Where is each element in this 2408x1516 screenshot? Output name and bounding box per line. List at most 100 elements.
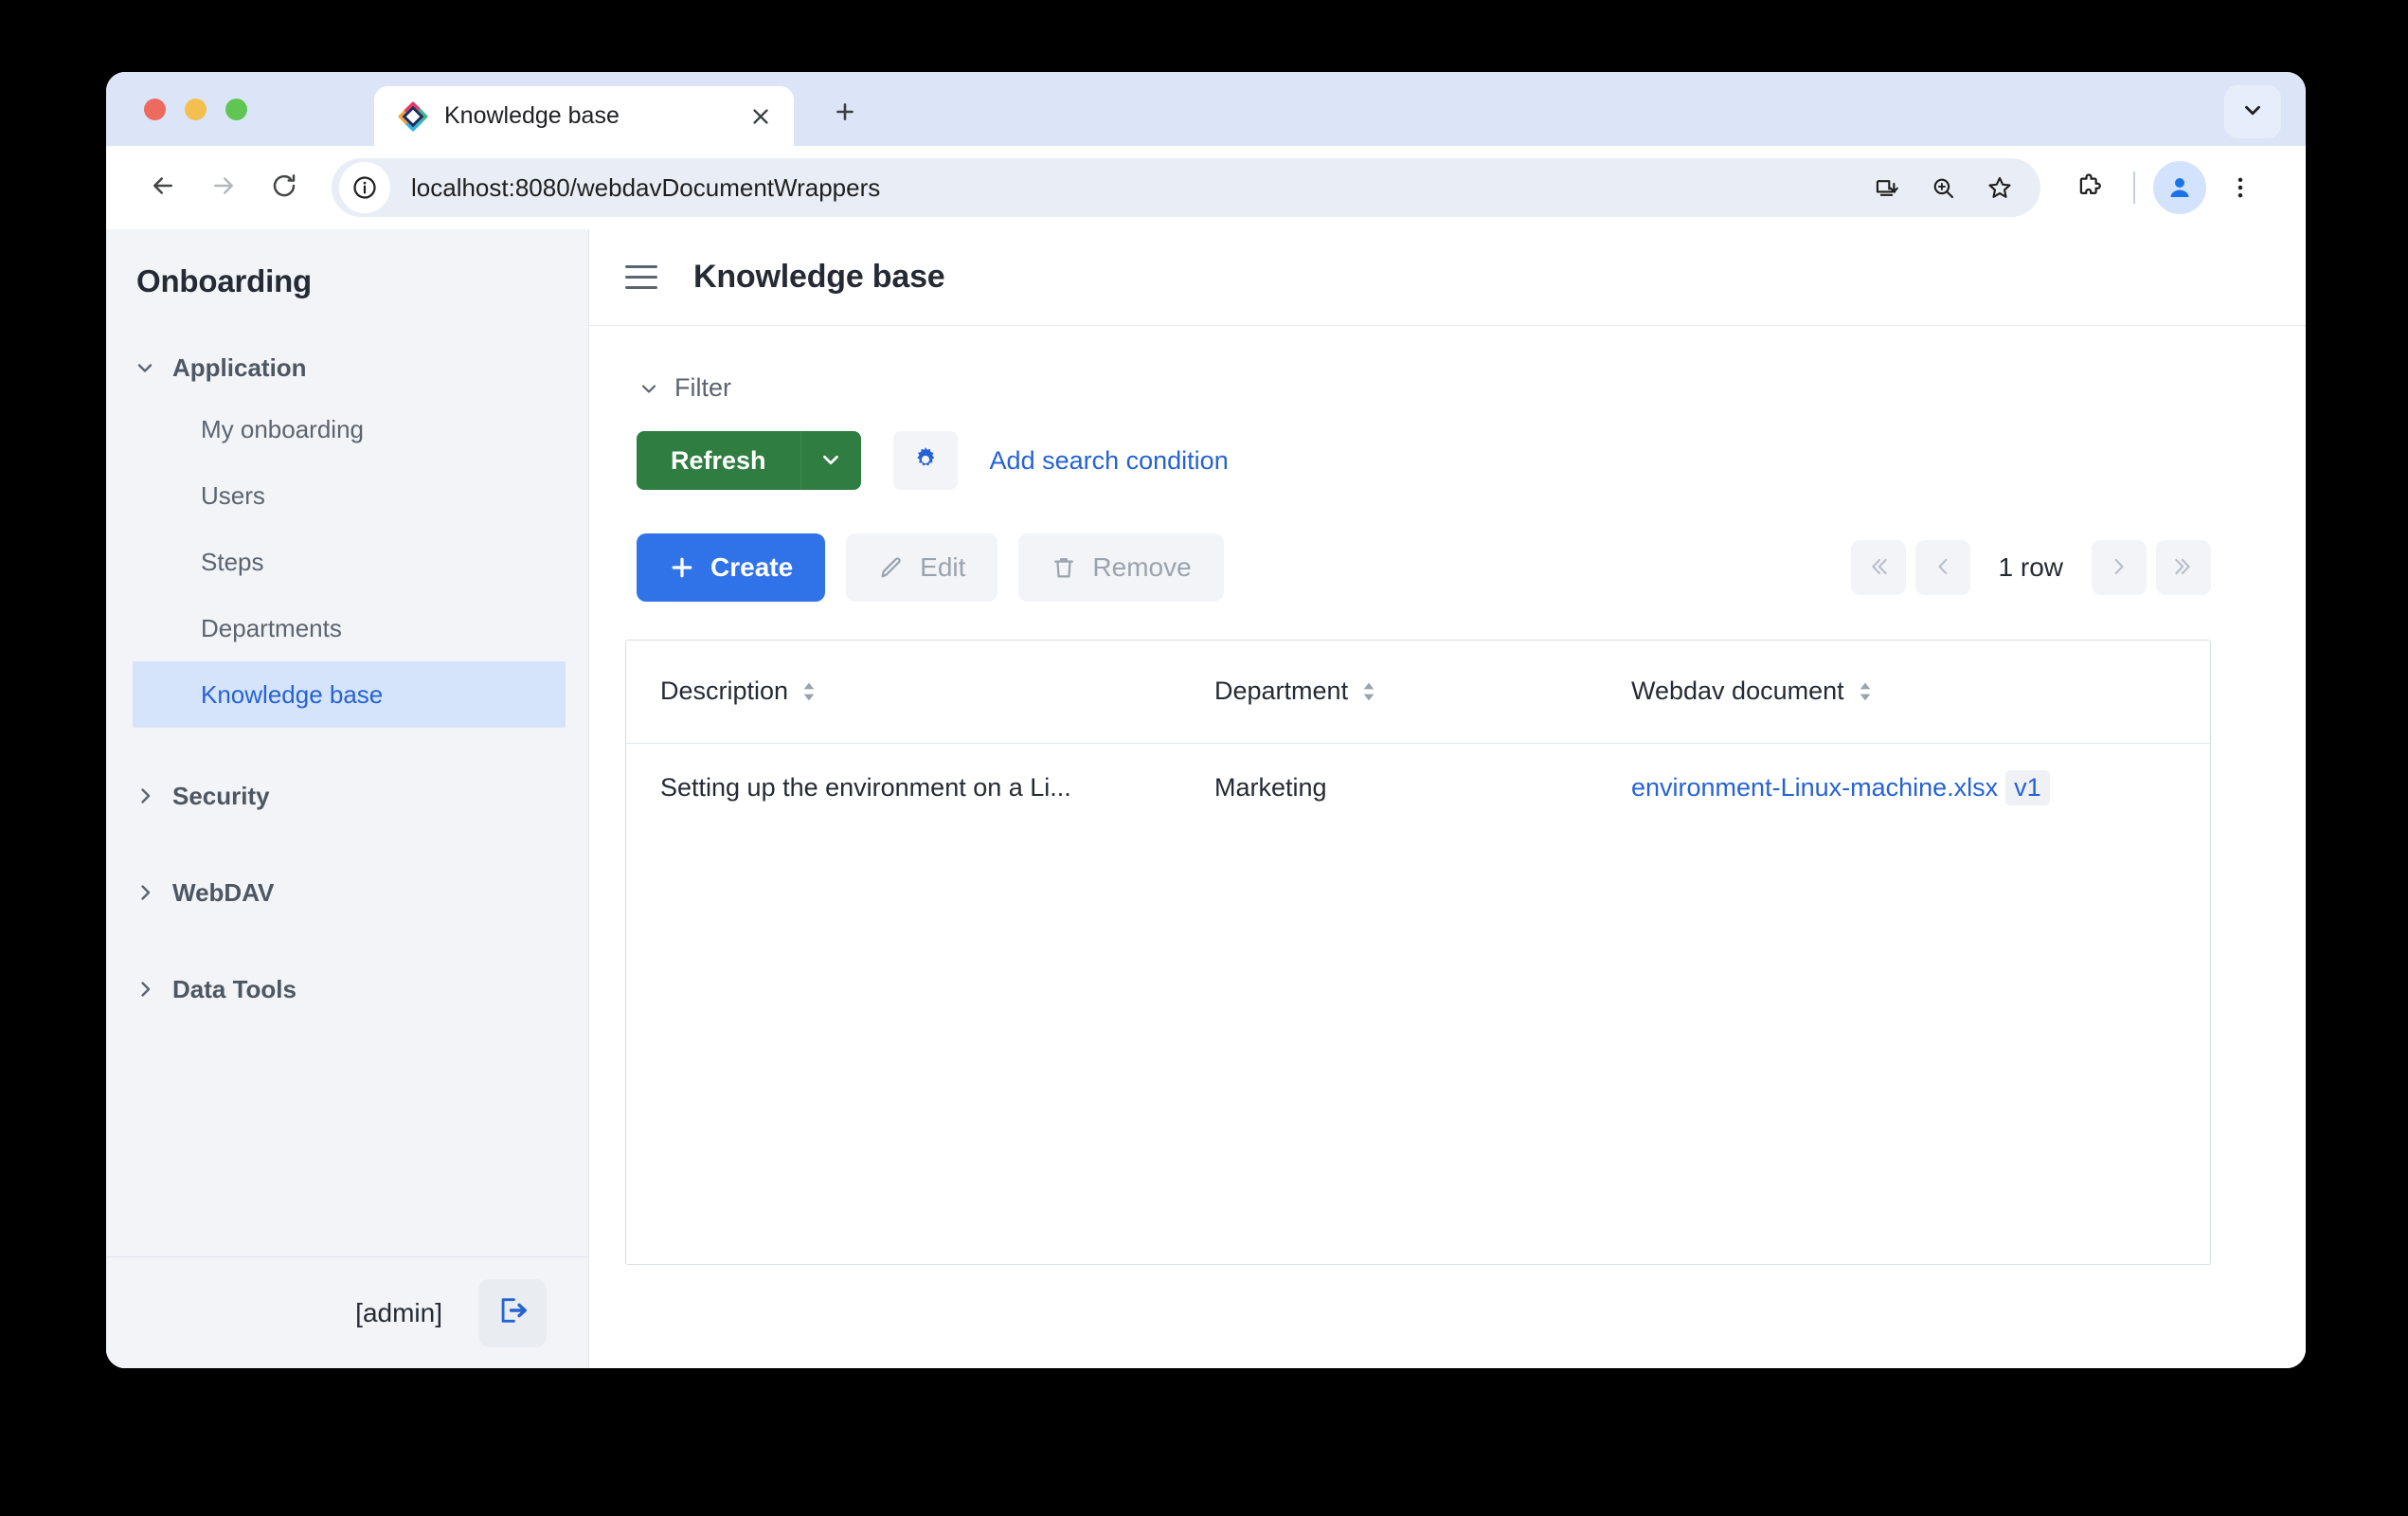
sidebar-item-departments[interactable]: Departments	[133, 595, 566, 661]
next-page-button[interactable]	[2092, 540, 2147, 595]
create-button-label: Create	[710, 552, 794, 582]
info-circle-icon[interactable]	[339, 162, 390, 213]
filter-label: Filter	[674, 373, 731, 402]
jmix-diamond-icon	[397, 100, 429, 133]
zoom-search-icon[interactable]	[1917, 162, 1968, 213]
sidebar-section-label: Application	[172, 352, 307, 382]
create-button[interactable]: Create	[637, 533, 826, 602]
data-grid: Description Department Webdav document S…	[625, 640, 2211, 1265]
close-window-button[interactable]	[144, 99, 166, 120]
sidebar-footer: [admin]	[106, 1256, 588, 1368]
browser-tab[interactable]: Knowledge base	[374, 86, 794, 146]
address-bar[interactable]: localhost:8080/webdavDocumentWrappers	[332, 158, 2040, 217]
install-app-icon[interactable]	[1860, 162, 1912, 213]
last-page-button[interactable]	[2156, 540, 2211, 595]
table-header: Description Department Webdav document	[626, 641, 2210, 744]
webdav-document-link[interactable]: environment-Linux-machine.xlsx	[1631, 773, 1998, 802]
minimize-window-button[interactable]	[185, 99, 207, 120]
trash-icon	[1051, 554, 1077, 581]
sidebar-item-steps[interactable]: Steps	[133, 529, 566, 595]
chevron-right-icon	[2107, 554, 2131, 582]
cell-description: Setting up the environment on a Li...	[660, 772, 1071, 802]
sidebar-item-knowledge-base[interactable]: Knowledge base	[133, 661, 566, 728]
chevron-down-icon	[2240, 98, 2265, 127]
tab-title: Knowledge base	[444, 102, 620, 129]
puzzle-icon[interactable]	[2059, 158, 2118, 217]
url-text[interactable]: localhost:8080/webdavDocumentWrappers	[390, 173, 1860, 203]
sidebar: Onboarding Application My onboarding Use…	[106, 229, 589, 1368]
sidebar-section-security[interactable]: Security	[106, 767, 588, 824]
star-icon[interactable]	[1974, 162, 2025, 213]
chevron-right-icon	[133, 977, 157, 1002]
edit-button[interactable]: Edit	[846, 533, 998, 602]
chevron-down-icon	[133, 355, 157, 380]
sidebar-nav: Onboarding Application My onboarding Use…	[106, 229, 588, 1256]
sidebar-item-my-onboarding[interactable]: My onboarding	[133, 396, 566, 462]
three-dot-menu-icon[interactable]	[2211, 158, 2270, 217]
page-title: Knowledge base	[693, 259, 945, 295]
filter-actions-row: Refresh Add search condition	[625, 431, 2211, 490]
sidebar-section-application[interactable]: Application	[106, 339, 588, 396]
table-row[interactable]: Setting up the environment on a Li... Ma…	[626, 743, 2210, 832]
refresh-dropdown-button[interactable]	[800, 431, 861, 490]
chevron-down-icon	[818, 447, 843, 475]
pagination: 1 row	[1850, 540, 2211, 595]
cell-department: Marketing	[1214, 772, 1327, 802]
browser-tab-strip: Knowledge base	[106, 72, 2306, 146]
chevron-left-icon	[1931, 554, 1955, 582]
chevron-down-icon	[637, 376, 661, 401]
sidebar-item-label: Knowledge base	[201, 679, 384, 709]
browser-toolbar: localhost:8080/webdavDocumentWrappers	[106, 146, 2306, 229]
main-content: Knowledge base Filter Refresh Add search…	[589, 229, 2306, 1368]
browser-window: Knowledge base localhost:8080/webdavDocu…	[106, 72, 2306, 1368]
omnibox-actions	[1860, 162, 2025, 213]
sort-icon	[1858, 681, 1873, 702]
arrow-right-icon	[209, 171, 238, 205]
sidebar-item-label: My onboarding	[201, 414, 364, 443]
filter-settings-button[interactable]	[892, 431, 958, 490]
version-badge: v1	[2005, 769, 2050, 805]
first-page-button[interactable]	[1850, 540, 1906, 595]
logout-button[interactable]	[478, 1278, 547, 1347]
sidebar-item-users[interactable]: Users	[133, 462, 566, 529]
previous-page-button[interactable]	[1914, 540, 1970, 595]
forward-button[interactable]	[193, 157, 254, 218]
add-search-condition-link[interactable]: Add search condition	[990, 446, 1229, 476]
window-traffic-lights	[144, 99, 247, 120]
chevron-right-icon	[133, 784, 157, 808]
sidebar-item-label: Departments	[201, 613, 342, 642]
reload-button[interactable]	[254, 157, 314, 218]
profile-button[interactable]	[2150, 158, 2209, 217]
double-chevron-left-icon	[1866, 554, 1891, 582]
sidebar-section-webdav[interactable]: WebDAV	[106, 864, 588, 921]
cell-webdav-document: environment-Linux-machine.xlsx v1	[1597, 743, 2210, 832]
column-header-webdav-document[interactable]: Webdav document	[1597, 641, 2210, 744]
sidebar-section-label: Data Tools	[172, 974, 297, 1003]
refresh-button[interactable]: Refresh	[637, 431, 800, 490]
chevron-right-icon	[133, 880, 157, 905]
app-title: Onboarding	[136, 263, 312, 298]
close-icon[interactable]	[745, 100, 777, 133]
reload-icon	[270, 171, 298, 205]
back-button[interactable]	[133, 157, 193, 218]
refresh-split-button: Refresh	[637, 431, 861, 490]
gear-icon	[911, 445, 940, 477]
new-tab-button[interactable]	[824, 93, 866, 135]
maximize-window-button[interactable]	[225, 99, 247, 120]
arrow-left-icon	[149, 171, 177, 205]
row-count-label: 1 row	[1998, 552, 2063, 582]
column-header-label: Webdav document	[1631, 677, 1844, 706]
column-header-description[interactable]: Description	[626, 641, 1180, 744]
remove-button[interactable]: Remove	[1018, 533, 1224, 602]
edit-button-label: Edit	[920, 552, 966, 582]
current-user-label: [admin]	[355, 1297, 442, 1327]
sort-icon	[1361, 681, 1376, 702]
tab-search-button[interactable]	[2224, 85, 2281, 138]
filter-toggle[interactable]: Filter	[637, 373, 2211, 403]
content-area: Filter Refresh Add search condition Crea…	[589, 326, 2306, 1368]
column-header-department[interactable]: Department	[1180, 641, 1597, 744]
column-header-label: Department	[1214, 677, 1349, 706]
sidebar-section-data-tools[interactable]: Data Tools	[106, 961, 588, 1018]
hamburger-menu-icon[interactable]	[625, 260, 661, 296]
double-chevron-right-icon	[2171, 554, 2196, 582]
